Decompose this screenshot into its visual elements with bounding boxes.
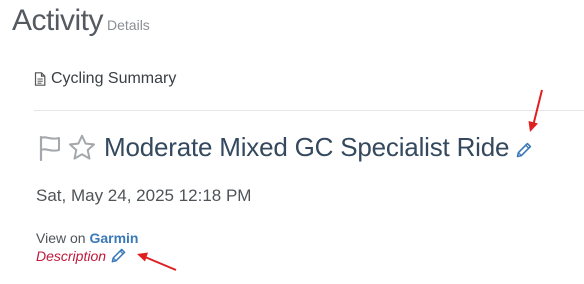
annotation-arrow-title: [528, 89, 543, 132]
flag-icon[interactable]: [38, 135, 62, 161]
tab-cycling-summary[interactable]: Cycling Summary: [34, 70, 176, 88]
divider: [34, 110, 584, 111]
annotation-arrow-description: [137, 252, 177, 271]
tab-cycling-summary-label: Cycling Summary: [51, 70, 177, 87]
page-header: Activity Details: [12, 4, 150, 38]
ride-date: Sat, May 24, 2025 12:18 PM: [36, 186, 252, 205]
activity-page: Activity Details Cycling Summary Moderat…: [0, 0, 584, 284]
page-title: Activity: [12, 4, 104, 37]
pencil-icon[interactable]: [515, 141, 533, 159]
garmin-link[interactable]: Garmin: [89, 230, 138, 246]
page-subtitle: Details: [107, 17, 150, 33]
description-label: Description: [36, 247, 107, 264]
ride-title: Moderate Mixed GC Specialist Ride: [104, 132, 510, 162]
star-icon[interactable]: [68, 134, 96, 161]
document-icon: [34, 72, 46, 86]
description-row: Description: [36, 247, 127, 264]
source-prefix: View on: [36, 230, 86, 246]
source-line: View on Garmin: [36, 230, 138, 246]
ride-title-row: Moderate Mixed GC Specialist Ride: [38, 132, 533, 163]
pencil-icon[interactable]: [110, 247, 127, 264]
